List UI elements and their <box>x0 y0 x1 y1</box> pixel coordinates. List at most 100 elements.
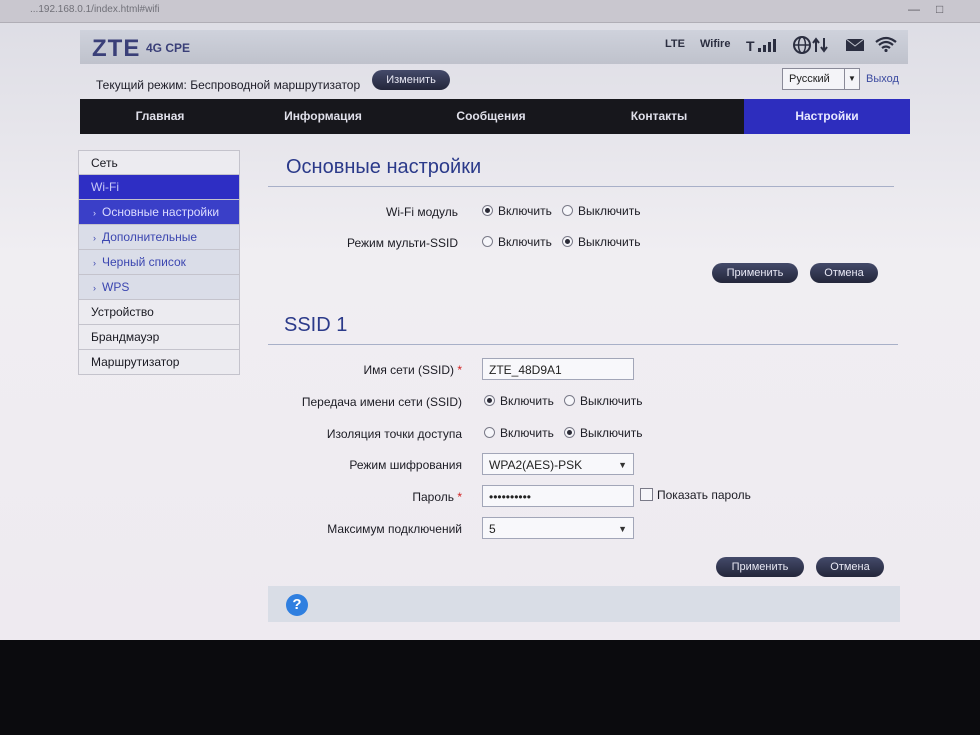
broadcast-off-radio[interactable]: Выключить <box>564 394 642 408</box>
basic-apply-button[interactable]: Применить <box>712 263 798 283</box>
ssid-apply-button[interactable]: Применить <box>716 557 804 577</box>
globe-transfer-icon <box>793 36 828 54</box>
radio-label: Выключить <box>578 235 641 249</box>
product-name: 4G CPE <box>146 41 191 55</box>
chevron-down-icon: ▼ <box>844 69 859 89</box>
max-connections-select[interactable]: 5 ▼ <box>482 517 634 539</box>
nav-home[interactable]: Главная <box>80 99 240 134</box>
sidebar: Сеть Wi-Fi › Основные настройки › Дополнит… <box>78 150 240 375</box>
basic-settings-title: Основные настройки <box>286 156 482 178</box>
router-header: ZTE 4G CPE LTE Wifire T <box>80 30 908 64</box>
show-password-checkbox[interactable]: Показать пароль <box>640 488 751 502</box>
encryption-value: WPA2(AES)-PSK <box>489 458 583 472</box>
minimize-icon[interactable]: — <box>908 2 920 16</box>
ssid-broadcast-label: Передача имени сети (SSID) <box>301 395 462 409</box>
chevron-right-icon: › <box>93 233 96 243</box>
sidebar-item-firewall[interactable]: Брандмауэр <box>78 325 240 350</box>
sidebar-item-label: Сеть <box>91 156 118 170</box>
encryption-select[interactable]: WPA2(AES)-PSK ▼ <box>482 453 634 475</box>
sidebar-item-label: WPS <box>102 280 130 294</box>
ssid-title: SSID 1 <box>284 314 348 336</box>
sidebar-item-label: Дополнительные <box>102 230 197 244</box>
multi-ssid-on-radio[interactable]: Включить <box>482 235 552 249</box>
maximize-icon[interactable]: □ <box>936 2 943 16</box>
required-mark: * <box>457 363 462 377</box>
max-connections-label: Максимум подключений <box>327 522 462 536</box>
nav-messages[interactable]: Сообщения <box>406 99 576 134</box>
wifi-status: Wifire <box>700 38 731 50</box>
isolation-on-radio[interactable]: Включить <box>484 426 554 440</box>
sidebar-item-wps[interactable]: › WPS <box>78 275 240 300</box>
radio-checked-icon <box>484 395 495 406</box>
browser-tab[interactable]: ...192.168.0.1/index.html#wifi <box>30 4 160 15</box>
multi-ssid-off-radio[interactable]: Выключить <box>562 235 640 249</box>
sidebar-item-wifi[interactable]: Wi-Fi <box>78 175 240 200</box>
help-bar: ? <box>268 586 900 622</box>
isolation-off-radio[interactable]: Выключить <box>564 426 642 440</box>
password-input[interactable]: •••••••••• <box>482 485 634 507</box>
sidebar-item-device[interactable]: Устройство <box>78 300 240 325</box>
basic-cancel-button[interactable]: Отмена <box>810 263 878 283</box>
change-mode-button[interactable]: Изменить <box>372 70 450 90</box>
chevron-down-icon: ▼ <box>618 524 627 534</box>
sidebar-item-label: Основные настройки <box>102 205 220 219</box>
required-mark: * <box>457 490 462 504</box>
mode-bar: Текущий режим: Беспроводной маршрутизато… <box>80 66 908 96</box>
zte-logo: ZTE <box>92 35 141 62</box>
sidebar-item-router[interactable]: Маршрутизатор <box>78 350 240 375</box>
browser-bar: ...192.168.0.1/index.html#wifi — □ <box>0 0 980 23</box>
label-text: Пароль <box>412 490 454 504</box>
chevron-right-icon: › <box>93 283 96 293</box>
radio-label: Включить <box>500 426 554 440</box>
nav-information[interactable]: Информация <box>240 99 406 134</box>
sidebar-item-label: Брандмауэр <box>91 330 160 344</box>
max-connections-value: 5 <box>489 522 496 536</box>
wifi-module-on-radio[interactable]: Включить <box>482 204 552 218</box>
sidebar-item-label: Черный список <box>102 255 186 269</box>
chevron-right-icon: › <box>93 208 96 218</box>
nav-contacts[interactable]: Контакты <box>576 99 742 134</box>
current-mode-label: Текущий режим: Беспроводной маршрутизато… <box>96 78 361 92</box>
wifi-icon <box>875 36 897 52</box>
radio-unchecked-icon <box>482 236 493 247</box>
ssid-cancel-button[interactable]: Отмена <box>816 557 884 577</box>
sidebar-item-advanced[interactable]: › Дополнительные <box>78 225 240 250</box>
browser-screen: ...192.168.0.1/index.html#wifi — □ ZTE 4… <box>0 0 980 640</box>
sidebar-item-blacklist[interactable]: › Черный список <box>78 250 240 275</box>
radio-label: Включить <box>498 204 552 218</box>
label-text: Имя сети (SSID) <box>363 363 454 377</box>
sidebar-item-network[interactable]: Сеть <box>78 150 240 175</box>
radio-checked-icon <box>482 205 493 216</box>
broadcast-on-radio[interactable]: Включить <box>484 394 554 408</box>
chevron-right-icon: › <box>93 258 96 268</box>
ssid-divider <box>268 344 898 345</box>
ssid-name-label: Имя сети (SSID) * <box>272 363 462 377</box>
help-icon[interactable]: ? <box>286 594 308 616</box>
encryption-label: Режим шифрования <box>349 458 462 472</box>
checkbox-icon <box>640 488 653 501</box>
password-label: Пароль * <box>272 490 462 504</box>
svg-text:T: T <box>746 38 755 53</box>
ap-isolation-label: Изоляция точки доступа <box>326 427 462 441</box>
logout-link[interactable]: Выход <box>866 73 899 85</box>
radio-unchecked-icon <box>562 205 573 216</box>
radio-unchecked-icon <box>484 427 495 438</box>
radio-unchecked-icon <box>564 395 575 406</box>
main-nav: Главная Информация Сообщения Контакты На… <box>80 99 910 134</box>
radio-label: Включить <box>500 394 554 408</box>
sidebar-item-basic-settings[interactable]: › Основные настройки <box>78 200 240 225</box>
signal-icon: T <box>746 38 776 53</box>
sidebar-item-label: Wi-Fi <box>91 180 119 194</box>
language-select[interactable]: Русский ▼ <box>782 68 860 90</box>
multi-ssid-label: Режим мульти-SSID <box>347 236 458 250</box>
ssid-name-input[interactable]: ZTE_48D9A1 <box>482 358 634 380</box>
sidebar-item-label: Устройство <box>91 305 154 319</box>
title-divider <box>268 186 894 187</box>
radio-label: Включить <box>498 235 552 249</box>
wifi-module-off-radio[interactable]: Выключить <box>562 204 640 218</box>
radio-label: Выключить <box>580 394 643 408</box>
nav-settings[interactable]: Настройки <box>744 99 910 134</box>
chevron-down-icon: ▼ <box>618 460 627 470</box>
wifi-module-label: Wi-Fi модуль <box>386 205 458 219</box>
checkbox-label: Показать пароль <box>657 488 751 502</box>
